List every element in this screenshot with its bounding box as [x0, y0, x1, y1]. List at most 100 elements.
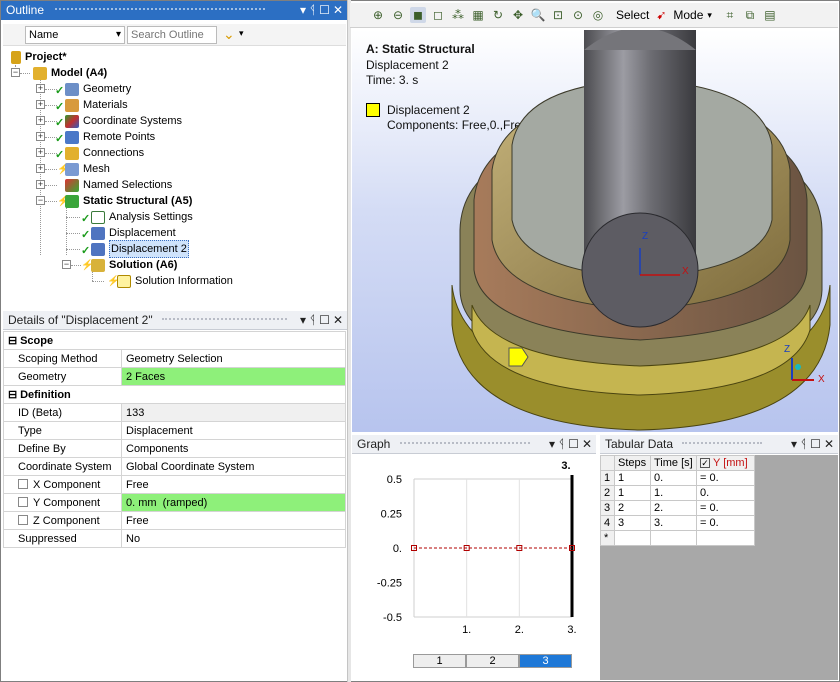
pin-icon[interactable]: ᛩ — [800, 435, 807, 454]
search-options-dropdown-icon[interactable]: ▾ — [239, 28, 244, 39]
details-row[interactable]: ID (Beta) 133 — [3, 403, 346, 422]
cell-y[interactable]: = 0. — [696, 515, 755, 531]
zoom-to-fit-icon[interactable]: ⊙ — [570, 7, 586, 23]
tree-node-connections[interactable]: Connections — [65, 145, 144, 161]
tree-node-geometry[interactable]: Geometry — [65, 81, 131, 97]
x-component-checkbox[interactable] — [18, 478, 28, 489]
magnifier-icon[interactable]: ◎ — [590, 7, 606, 23]
pan-icon[interactable]: ✥ — [510, 7, 526, 23]
maximize-icon[interactable]: ☐ — [810, 435, 821, 454]
header-steps[interactable]: Steps — [614, 455, 651, 471]
row-value[interactable]: Global Coordinate System — [121, 457, 346, 476]
graphics-options-icon[interactable]: ▦ — [470, 7, 486, 23]
cell-time[interactable]: 0. — [650, 470, 697, 486]
step-tab-2[interactable]: 2 — [466, 654, 519, 668]
solid-view-icon[interactable]: ◼ — [410, 7, 426, 23]
collapse-icon[interactable]: ⊟ — [8, 334, 17, 347]
cell-time[interactable]: 2. — [650, 500, 697, 516]
details-row[interactable]: Coordinate System Global Coordinate Syst… — [3, 457, 346, 476]
cell-y[interactable]: 0. — [696, 485, 755, 501]
row-value[interactable]: Geometry Selection — [121, 349, 346, 368]
expand-icon[interactable]: + — [36, 164, 45, 173]
step-tab-1[interactable]: 1 — [413, 654, 466, 668]
tree-node-static-structural[interactable]: Static Structural (A5) — [65, 193, 192, 209]
cell-y[interactable] — [696, 530, 755, 546]
details-row[interactable]: Type Displacement — [3, 421, 346, 440]
tree-node-displacement-2[interactable]: Displacement 2 — [91, 240, 189, 258]
graphics-viewport[interactable]: A: Static Structural Displacement 2 Time… — [352, 30, 838, 432]
cell-y[interactable]: = 0. — [696, 500, 755, 516]
table-row[interactable]: 2 1 1. 0. — [600, 485, 755, 501]
cell-time[interactable]: 3. — [650, 515, 697, 531]
y-component-checkbox[interactable] — [18, 496, 28, 507]
tree-node-named-selections[interactable]: Named Selections — [65, 177, 172, 193]
header-time[interactable]: Time [s] — [650, 455, 697, 471]
dropdown-icon[interactable]: ▾ — [791, 435, 797, 454]
search-options-icon[interactable]: ⌄ — [223, 26, 235, 43]
details-row[interactable]: Suppressed No — [3, 529, 346, 548]
step-tab-3[interactable]: 3 — [519, 654, 572, 668]
tree-node-materials[interactable]: Materials — [65, 97, 128, 113]
clipboard-icon[interactable]: ▤ — [762, 7, 778, 23]
row-value[interactable]: Components — [121, 439, 346, 458]
details-row[interactable]: Y Component 0. mm (ramped) — [3, 493, 346, 512]
expand-icon[interactable]: + — [36, 84, 45, 93]
y-column-checkbox[interactable]: ✓ — [700, 458, 710, 468]
cell-y[interactable]: = 0. — [696, 470, 755, 486]
tree-node-coordinate-systems[interactable]: Coordinate Systems — [65, 113, 182, 129]
expand-icon[interactable]: + — [36, 180, 45, 189]
search-outline-input[interactable] — [127, 26, 217, 44]
collapse-icon[interactable]: − — [11, 68, 20, 77]
tree-node-solution-information[interactable]: Solution Information — [117, 273, 233, 289]
row-value[interactable]: 0. mm (ramped) — [121, 493, 346, 512]
cell-time[interactable] — [650, 530, 697, 546]
close-icon[interactable]: ✕ — [333, 311, 343, 330]
select-button[interactable]: Select — [616, 8, 649, 22]
collapse-icon[interactable]: − — [36, 196, 45, 205]
row-value[interactable]: No — [121, 529, 346, 548]
extend-selection-icon[interactable]: ⧉ — [742, 7, 758, 23]
select-mode-icon[interactable]: ⌗ — [722, 7, 738, 23]
cell-time[interactable]: 1. — [650, 485, 697, 501]
pin-icon[interactable]: ᛩ — [558, 435, 565, 454]
expand-icon[interactable]: + — [36, 100, 45, 109]
details-row[interactable]: Scoping Method Geometry Selection — [3, 349, 346, 368]
group-header-definition[interactable]: ⊟ Definition — [3, 385, 346, 404]
box-zoom-icon[interactable]: ⊡ — [550, 7, 566, 23]
maximize-icon[interactable]: ☐ — [319, 311, 330, 330]
details-row[interactable]: X Component Free — [3, 475, 346, 494]
dropdown-icon[interactable]: ▾ — [300, 311, 306, 330]
table-row[interactable]: * — [600, 530, 755, 546]
dropdown-icon[interactable]: ▾ — [300, 1, 306, 20]
details-row[interactable]: Z Component Free — [3, 511, 346, 530]
tree-node-project[interactable]: Project* — [11, 49, 67, 65]
group-header-scope[interactable]: ⊟ Scope — [3, 331, 346, 350]
zoom-out-icon[interactable]: ⊖ — [390, 7, 406, 23]
tree-node-analysis-settings[interactable]: Analysis Settings — [91, 209, 193, 225]
show-vertices-icon[interactable]: ⁂ — [450, 7, 466, 23]
zoom-icon[interactable]: 🔍 — [530, 7, 546, 23]
close-icon[interactable]: ✕ — [824, 435, 834, 454]
table-row[interactable]: 4 3 3. = 0. — [600, 515, 755, 531]
expand-icon[interactable]: + — [36, 132, 45, 141]
details-row[interactable]: Geometry 2 Faces — [3, 367, 346, 386]
pin-icon[interactable]: ᛩ — [309, 311, 316, 330]
close-icon[interactable]: ✕ — [582, 435, 592, 454]
details-row[interactable]: Define By Components — [3, 439, 346, 458]
z-component-checkbox[interactable] — [18, 514, 28, 525]
wireframe-icon[interactable]: ◻ — [430, 7, 446, 23]
close-icon[interactable]: ✕ — [333, 1, 343, 20]
pin-icon[interactable]: ᛩ — [309, 1, 316, 20]
row-value[interactable]: 2 Faces — [121, 367, 346, 386]
maximize-icon[interactable]: ☐ — [319, 1, 330, 20]
rotate-icon[interactable]: ↻ — [490, 7, 506, 23]
row-value[interactable]: Free — [121, 475, 346, 494]
mode-dropdown[interactable]: Mode — [673, 8, 703, 22]
table-row[interactable]: 1 1 0. = 0. — [600, 470, 755, 486]
tree-node-solution[interactable]: Solution (A6) — [91, 257, 177, 273]
collapse-icon[interactable]: ⊟ — [8, 388, 17, 401]
row-value[interactable]: Free — [121, 511, 346, 530]
expand-icon[interactable]: + — [36, 116, 45, 125]
collapse-icon[interactable]: − — [62, 260, 71, 269]
row-value[interactable]: Displacement — [121, 421, 346, 440]
